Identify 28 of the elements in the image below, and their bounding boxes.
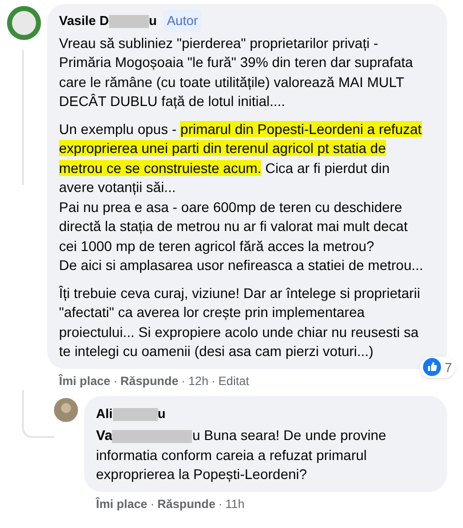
author-badge: Autor (162, 10, 202, 32)
reply-text: Va u Buna seara! De unde provine informatia conform careia a refuzat primarul exproprierea la Popești-Leordeni? (96, 426, 388, 484)
like-link[interactable]: Îmi place (59, 372, 110, 390)
avatar-icon[interactable] (7, 6, 41, 40)
separator-dot: · (211, 373, 216, 390)
separator-dot: · (113, 373, 118, 390)
separator-dot: · (150, 496, 154, 512)
comment-paragraph: Îți trebuie ceva curaj, viziune! Dar ar întelege si proprietarii "afectati" ca averea lor crește prin implementarea proiectului... Si expropiere acolo unde chiar nu reusesti sa te intelegi cu oamenii (desi asa cam pierzi voturi...) (59, 284, 422, 361)
timestamp: 12h (188, 373, 208, 390)
edited-label: Editat (218, 373, 250, 390)
timestamp: 11h (225, 496, 245, 512)
avatar-icon[interactable] (54, 398, 78, 422)
comment-paragraph: De aici si amplasarea usor nefireasca a statiei de metrou... (59, 256, 424, 275)
reaction-badge[interactable]: 7 (420, 356, 455, 378)
thumbs-up-icon (422, 358, 441, 376)
author-name[interactable]: Ali u (96, 406, 166, 421)
redaction-bar (112, 408, 158, 422)
reply-link[interactable]: Răspunde (120, 372, 178, 390)
redaction-bar (108, 15, 149, 28)
comment-paragraph: Un exemplu opus - primarul din Popesti-Leordeni a refuzat exproprierea unei parti din terenul agricol pt statia de metrou ce se construieste acum. Cica ar fi pierdut din avere votanții săi... (59, 120, 423, 197)
author-name[interactable]: Vasile D u (59, 11, 157, 30)
comment-paragraph: Vreau să subliniez "pierderea" proprietarilor privați - Primăria Mogoșoaia "le fură" 39% din teren dar suprafata care le rămâne (cu toate utilitățile) valorează MAI MULT DECÂT DUBLU față de lotul initial.... (59, 34, 414, 111)
reaction-count: 7 (444, 358, 452, 376)
comment-paragraph: Pai nu prea e asa - oare 600mp de teren cu deschidere directă la stația de metrou nu ar fi valorat mai mult decat cei 1000 mp de teren agricol fără acces la metrou? (59, 198, 409, 256)
like-link[interactable]: Îmi place (96, 494, 148, 512)
separator-dot: · (218, 496, 222, 512)
separator-dot: · (181, 373, 186, 390)
reply-link[interactable]: Răspunde (157, 494, 216, 512)
